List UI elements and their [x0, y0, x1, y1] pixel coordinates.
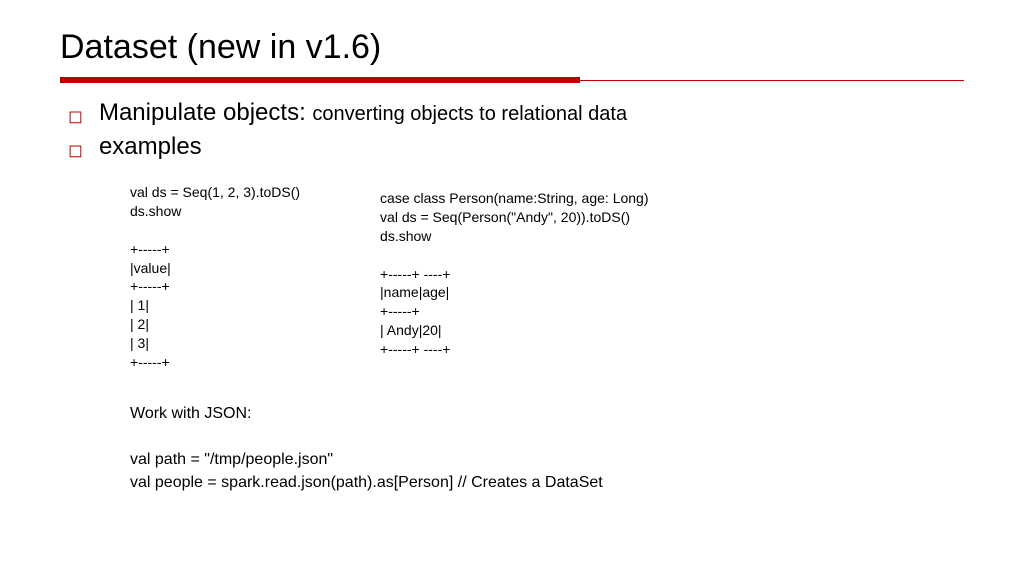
bullet-content: Manipulate objects: converting objects t…: [99, 99, 627, 127]
bullet-item: ◻ examples: [68, 133, 964, 161]
slide-title: Dataset (new in v1.6): [60, 28, 964, 67]
bullet-sub: converting objects to relational data: [312, 103, 627, 125]
title-rule: [60, 77, 964, 83]
code-left: val ds = Seq(1, 2, 3).toDS() ds.show +--…: [130, 183, 300, 372]
square-bullet-icon: ◻: [68, 107, 83, 125]
bullet-strong: Manipulate objects:: [99, 99, 312, 126]
code-right: case class Person(name:String, age: Long…: [380, 189, 648, 372]
slide: Dataset (new in v1.6) ◻ Manipulate objec…: [0, 0, 1024, 515]
square-bullet-icon: ◻: [68, 141, 83, 159]
bullet-item: ◻ Manipulate objects: converting objects…: [68, 99, 964, 127]
bullet-strong: examples: [99, 133, 202, 160]
code-columns: val ds = Seq(1, 2, 3).toDS() ds.show +--…: [130, 183, 964, 372]
bullet-content: examples: [99, 133, 202, 161]
bullet-list: ◻ Manipulate objects: converting objects…: [68, 99, 964, 161]
json-block: Work with JSON: val path = "/tmp/people.…: [130, 402, 964, 495]
